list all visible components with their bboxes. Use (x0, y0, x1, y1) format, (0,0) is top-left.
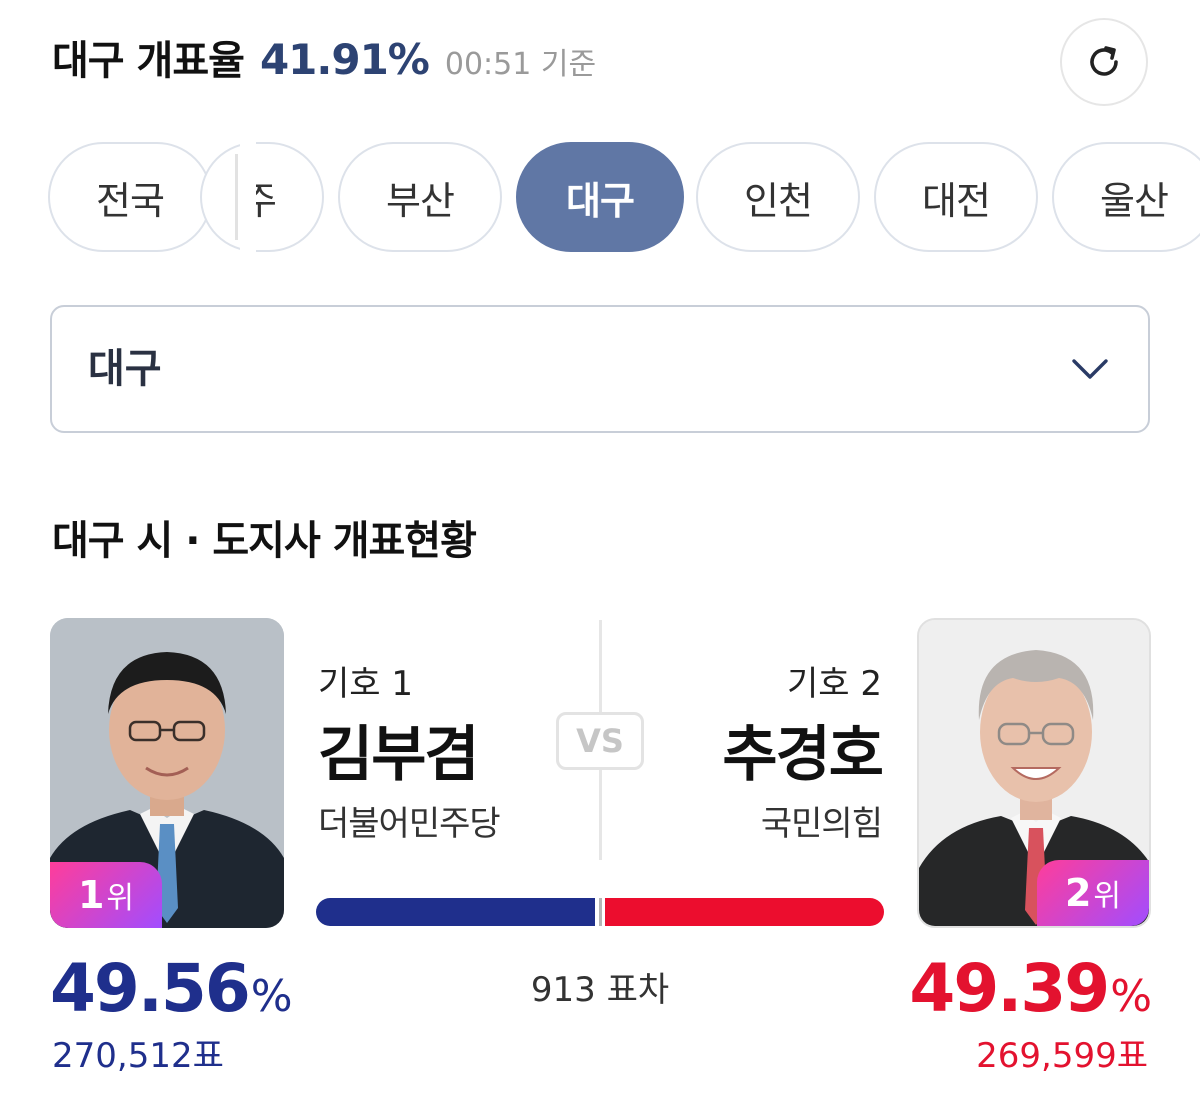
candidate-party-1: 더불어민주당 (318, 804, 501, 844)
candidate-photo-2: 2위 (917, 618, 1151, 928)
region-tabs: 전국 주 부산 대구 인천 대전 울산 (0, 138, 1200, 258)
vote-share-bar (316, 896, 884, 928)
tab-divider (235, 154, 238, 240)
candidate-party-2: 국민의힘 (760, 804, 883, 844)
tab-label: 울산 (1100, 178, 1169, 223)
page-title: 대구 개표율 (52, 38, 245, 84)
candidate-number-2: 기호 2 (787, 664, 882, 704)
tab-busan[interactable]: 부산 (338, 142, 502, 252)
vote-share-bar-midline (599, 898, 602, 926)
rank-badge-2: 2위 (1037, 860, 1149, 926)
refresh-icon (1090, 46, 1118, 76)
tab-label: 부산 (386, 178, 455, 223)
candidate-name-2: 추경호 (722, 720, 884, 790)
tab-incheon[interactable]: 인천 (696, 142, 860, 252)
candidate-percent-2: 49.39% (909, 950, 1152, 1027)
tab-label: 대전 (922, 178, 991, 223)
vs-badge: VS (556, 712, 644, 770)
header: 대구 개표율 41.91% 00:51 기준 (52, 28, 596, 98)
vote-share-bar-candidate-2 (600, 898, 884, 926)
region-select-value: 대구 (88, 346, 162, 392)
region-select[interactable]: 대구 (50, 305, 1150, 433)
refresh-button[interactable] (1060, 18, 1148, 106)
vote-share-bar-candidate-1 (316, 898, 600, 926)
rank-badge-1: 1위 (50, 862, 162, 928)
candidate-votes-1: 270,512표 (52, 1036, 224, 1076)
candidate-name-1: 김부겸 (318, 720, 480, 790)
tab-label: 인천 (744, 178, 813, 223)
tab-ulsan[interactable]: 울산 (1052, 142, 1200, 252)
candidate-percent-1: 49.56% (50, 950, 293, 1027)
timestamp: 00:51 기준 (444, 47, 597, 82)
tab-label: 대구 (566, 178, 635, 223)
candidate-votes-2: 269,599표 (976, 1036, 1148, 1076)
section-title: 대구 시 · 도지사 개표현황 (52, 518, 477, 564)
tab-partial[interactable]: 주 (200, 142, 324, 252)
tab-nationwide[interactable]: 전국 (48, 142, 212, 252)
candidate-photo-1: 1위 (50, 618, 284, 928)
chevron-down-icon (1072, 359, 1108, 379)
counting-rate: 41.91% (259, 35, 430, 84)
tab-daegu[interactable]: 대구 (516, 142, 684, 252)
candidate-number-1: 기호 1 (318, 664, 413, 704)
tab-label: 전국 (96, 178, 165, 223)
tab-daejeon[interactable]: 대전 (874, 142, 1038, 252)
